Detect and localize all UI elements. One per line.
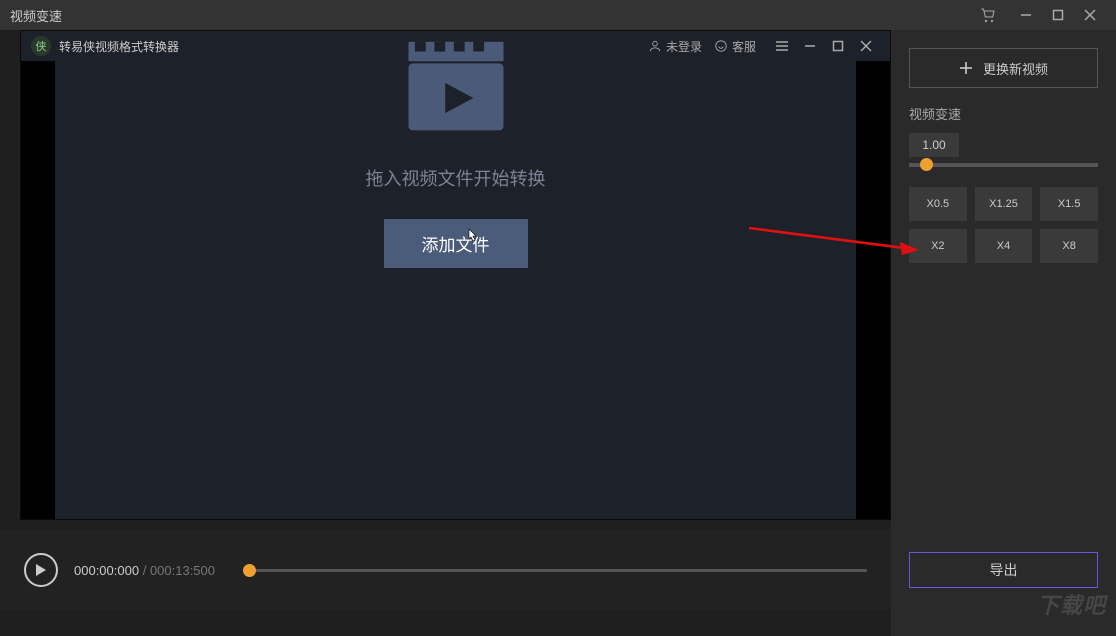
outer-close-button[interactable] (1074, 0, 1106, 30)
app-logo-icon: 侠 (31, 36, 51, 56)
speed-preset-x8[interactable]: X8 (1040, 229, 1098, 263)
player-controls: 000:00:000 / 000:13:500 (0, 530, 891, 610)
speed-slider-handle[interactable] (920, 158, 933, 171)
export-button[interactable]: 导出 (909, 552, 1098, 588)
timeline-handle[interactable] (243, 564, 256, 577)
speed-section-title: 视频变速 (909, 104, 1098, 123)
outer-window-title: 视频变速 (10, 6, 62, 25)
watermark-text: 下载吧 (1037, 588, 1106, 620)
speed-preset-x2[interactable]: X2 (909, 229, 967, 263)
speed-preset-x1-25[interactable]: X1.25 (975, 187, 1033, 221)
login-label: 未登录 (666, 38, 702, 55)
video-placeholder-icon (402, 31, 510, 139)
speed-value-display[interactable]: 1.00 (909, 133, 959, 157)
drop-hint-text: 拖入视频文件开始转换 (366, 165, 546, 191)
hamburger-menu-icon[interactable] (768, 32, 796, 60)
speed-preset-x4[interactable]: X4 (975, 229, 1033, 263)
inner-window-title: 转易侠视频格式转换器 (59, 38, 179, 55)
total-time: 000:13:500 (150, 563, 215, 578)
drop-area[interactable]: 拖入视频文件开始转换 添加文件 (61, 61, 850, 268)
outer-titlebar: 视频变速 (0, 0, 1116, 30)
right-sidebar: 更换新视频 视频变速 1.00 X0.5 X1.25 X1.5 X2 X4 X8… (891, 30, 1116, 636)
speed-preset-x1-5[interactable]: X1.5 (1040, 187, 1098, 221)
play-button[interactable] (24, 553, 58, 587)
video-black-bar-right (856, 61, 890, 519)
speed-preset-x0-5[interactable]: X0.5 (909, 187, 967, 221)
support-label: 客服 (732, 38, 756, 55)
replace-video-button[interactable]: 更换新视频 (909, 48, 1098, 88)
highlight-circle (435, 195, 477, 237)
support-button[interactable]: 客服 (714, 38, 756, 55)
cart-icon[interactable] (972, 0, 1004, 30)
time-display: 000:00:000 / 000:13:500 (74, 563, 215, 578)
inner-minimize-button[interactable] (796, 32, 824, 60)
current-time: 000:00:000 (74, 563, 139, 578)
video-black-bar-left (21, 61, 55, 519)
inner-maximize-button[interactable] (824, 32, 852, 60)
add-file-button[interactable]: 添加文件 (384, 219, 528, 268)
outer-maximize-button[interactable] (1042, 0, 1074, 30)
inner-close-button[interactable] (852, 32, 880, 60)
speed-slider[interactable] (909, 163, 1098, 167)
login-button[interactable]: 未登录 (648, 38, 702, 55)
replace-video-label: 更换新视频 (983, 59, 1048, 78)
add-file-label: 添加文件 (422, 236, 490, 255)
outer-minimize-button[interactable] (1010, 0, 1042, 30)
timeline-slider[interactable] (243, 569, 867, 572)
